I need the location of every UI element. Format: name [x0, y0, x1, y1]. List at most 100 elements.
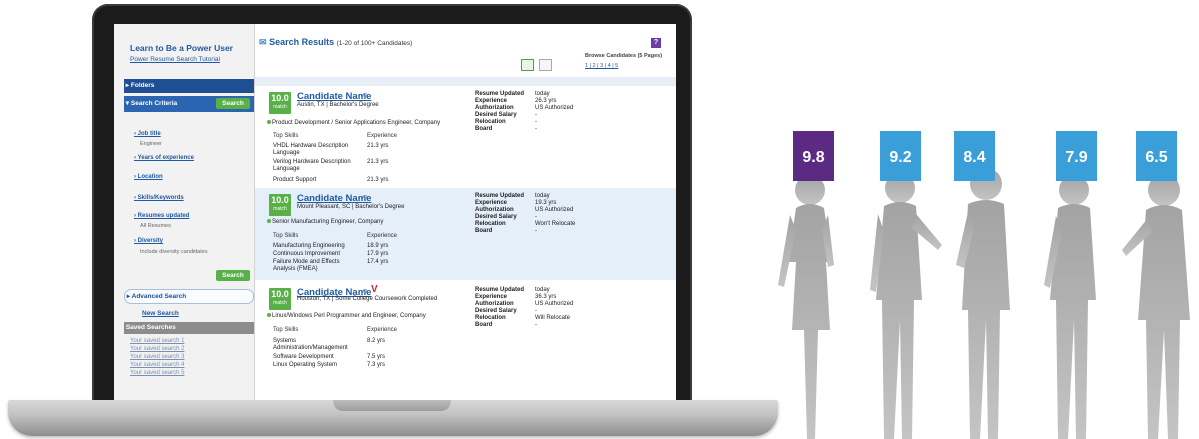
meta-value: 19.3 yrs [535, 200, 557, 206]
meta-key: Experience [475, 200, 508, 206]
match-label: match [273, 206, 287, 212]
meta-key: Authorization [475, 301, 514, 307]
saved-search-link[interactable]: Your saved search 5 [130, 370, 184, 376]
meta-key: Board [475, 228, 493, 234]
results-divider [255, 77, 676, 86]
criteria-job-title[interactable]: › Job title [134, 131, 161, 137]
folders-header[interactable]: ▸ Folders [124, 79, 254, 93]
grid-view-icon[interactable] [539, 59, 552, 71]
match-score: 10.0 [271, 289, 289, 299]
folders-label: Folders [130, 82, 155, 89]
silhouettes-graphic [778, 168, 1190, 439]
status-dot-icon [267, 219, 271, 224]
person-silhouette [870, 173, 942, 439]
criteria-value: All Resumes [140, 223, 171, 229]
new-search-link[interactable]: New Search [142, 310, 179, 317]
criteria-diversity[interactable]: › Diversity [134, 238, 163, 244]
laptop-notch [333, 400, 451, 411]
criteria-years-experience[interactable]: › Years of experience [134, 155, 194, 161]
meta-value: - [535, 119, 537, 125]
candidate-job: Product Development / Senior Application… [267, 120, 440, 126]
tutorial-link[interactable]: Power Resume Search Tutorial [130, 56, 220, 63]
skill-years: 18.9 yrs [367, 243, 389, 249]
saved-search-link[interactable]: Your saved search 2 [130, 346, 184, 352]
search-button-top[interactable]: Search [216, 98, 250, 109]
top-skills-header: Top Skills [273, 133, 299, 139]
candidate-name-link[interactable]: Candidate Name [297, 193, 371, 204]
match-score-badge: 10.0 match [269, 194, 291, 216]
meta-value: Won't Relocate [535, 221, 576, 227]
criteria-value: Include diversity candidates [140, 249, 208, 255]
person-silhouette [956, 168, 1010, 439]
candidate-score-badge: 9.2 [880, 131, 921, 181]
list-view-icon[interactable] [521, 59, 534, 71]
meta-key: Experience [475, 294, 508, 300]
meta-value: - [535, 126, 537, 132]
candidate-score-badge: 6.5 [1136, 131, 1177, 181]
candidate-name-link[interactable]: Candidate Name [297, 91, 371, 102]
criteria-skills-keywords[interactable]: › Skills/Keywords [134, 195, 184, 201]
meta-key: Board [475, 322, 493, 328]
saved-searches-label: Saved Searches [125, 324, 176, 331]
pagination[interactable]: 1 | 2 | 3 | 4 | 5 [585, 63, 618, 69]
help-button[interactable]: ? [651, 38, 661, 48]
meta-value: - [535, 308, 537, 314]
results-title-text: Search Results [269, 37, 335, 47]
person-silhouette [1122, 174, 1190, 439]
candidate-silhouettes: 9.8 9.2 8.4 7.9 6.5 [760, 0, 1199, 439]
skill-name: Software Development [273, 354, 334, 360]
match-score: 10.0 [271, 93, 289, 103]
external-link-icon[interactable]: ⧉ [363, 93, 367, 100]
candidate-card: 10.0 match Candidate Name ⧉ V Houston, T… [255, 282, 676, 400]
external-link-icon[interactable]: ⧉ [363, 289, 367, 296]
search-results-panel: ✉ Search Results (1-20 of 100+ Candidate… [255, 24, 676, 400]
skill-years: 17.4 yrs [367, 259, 389, 265]
candidate-job-text: Product Development / Senior Application… [272, 120, 441, 126]
skill-name: Failure Mode and Effects Analysis (FMEA) [273, 259, 340, 272]
triangle-right-icon: ▸ [124, 82, 131, 89]
advanced-search-label: Advanced Search [131, 293, 187, 300]
candidate-job-text: Linux/Windows Perl Programmer and Engine… [272, 313, 426, 319]
meta-value: 36.3 yrs [535, 294, 557, 300]
meta-value: 26.3 yrs [535, 98, 557, 104]
meta-key: Authorization [475, 105, 514, 111]
results-icon: ✉ [259, 37, 267, 47]
meta-value: US Authorized [535, 207, 574, 213]
triangle-down-icon: ▾ [124, 100, 131, 107]
candidate-score-badge: 7.9 [1056, 131, 1097, 181]
advanced-search-button[interactable]: ▸ Advanced Search [124, 289, 254, 304]
meta-key: Board [475, 126, 493, 132]
search-criteria-label: Search Criteria [130, 100, 178, 107]
search-button-bottom[interactable]: Search [216, 270, 250, 281]
criteria-resumes-updated[interactable]: › Resumes updated [134, 213, 189, 219]
candidate-location: Austin, TX | Bachelor's Degree [297, 102, 379, 108]
saved-search-link[interactable]: Your saved search 3 [130, 354, 184, 360]
saved-searches-header: Saved Searches [124, 322, 254, 334]
laptop-screen: Learn to Be a Power User Power Resume Se… [114, 24, 676, 400]
skill-name: Continuous Improvement [273, 251, 341, 257]
person-silhouette [1044, 175, 1096, 439]
skill-years: 7.3 yrs [367, 362, 386, 368]
external-link-icon[interactable]: ⧉ [363, 195, 367, 202]
candidate-location: Mount Pleasant, SC | Bachelor's Degree [297, 204, 405, 210]
meta-key: Resume Updated [475, 287, 525, 293]
veteran-flag-icon: V [371, 284, 378, 295]
experience-header: Experience [367, 233, 398, 239]
meta-value: today [535, 91, 550, 97]
candidate-location: Houston, TX | Some College Coursework Co… [297, 296, 438, 302]
candidate-score-badge: 9.8 [793, 131, 834, 181]
meta-value: US Authorized [535, 301, 574, 307]
status-dot-icon [267, 120, 271, 125]
match-label: match [273, 300, 287, 306]
saved-search-link[interactable]: Your saved search 1 [130, 338, 184, 344]
candidate-card: 10.0 match Candidate Name ⧉ Austin, TX |… [255, 86, 676, 186]
criteria-label: Years of experience [137, 155, 194, 161]
sidebar: Learn to Be a Power User Power Resume Se… [114, 24, 255, 400]
criteria-location[interactable]: › Location [134, 174, 163, 180]
meta-value: - [535, 322, 537, 328]
meta-value: - [535, 112, 537, 118]
results-count: (1-20 of 100+ Candidates) [336, 40, 413, 47]
meta-value: today [535, 193, 550, 199]
skill-name: Linux Operating System [273, 362, 338, 368]
saved-search-link[interactable]: Your saved search 4 [130, 362, 184, 368]
